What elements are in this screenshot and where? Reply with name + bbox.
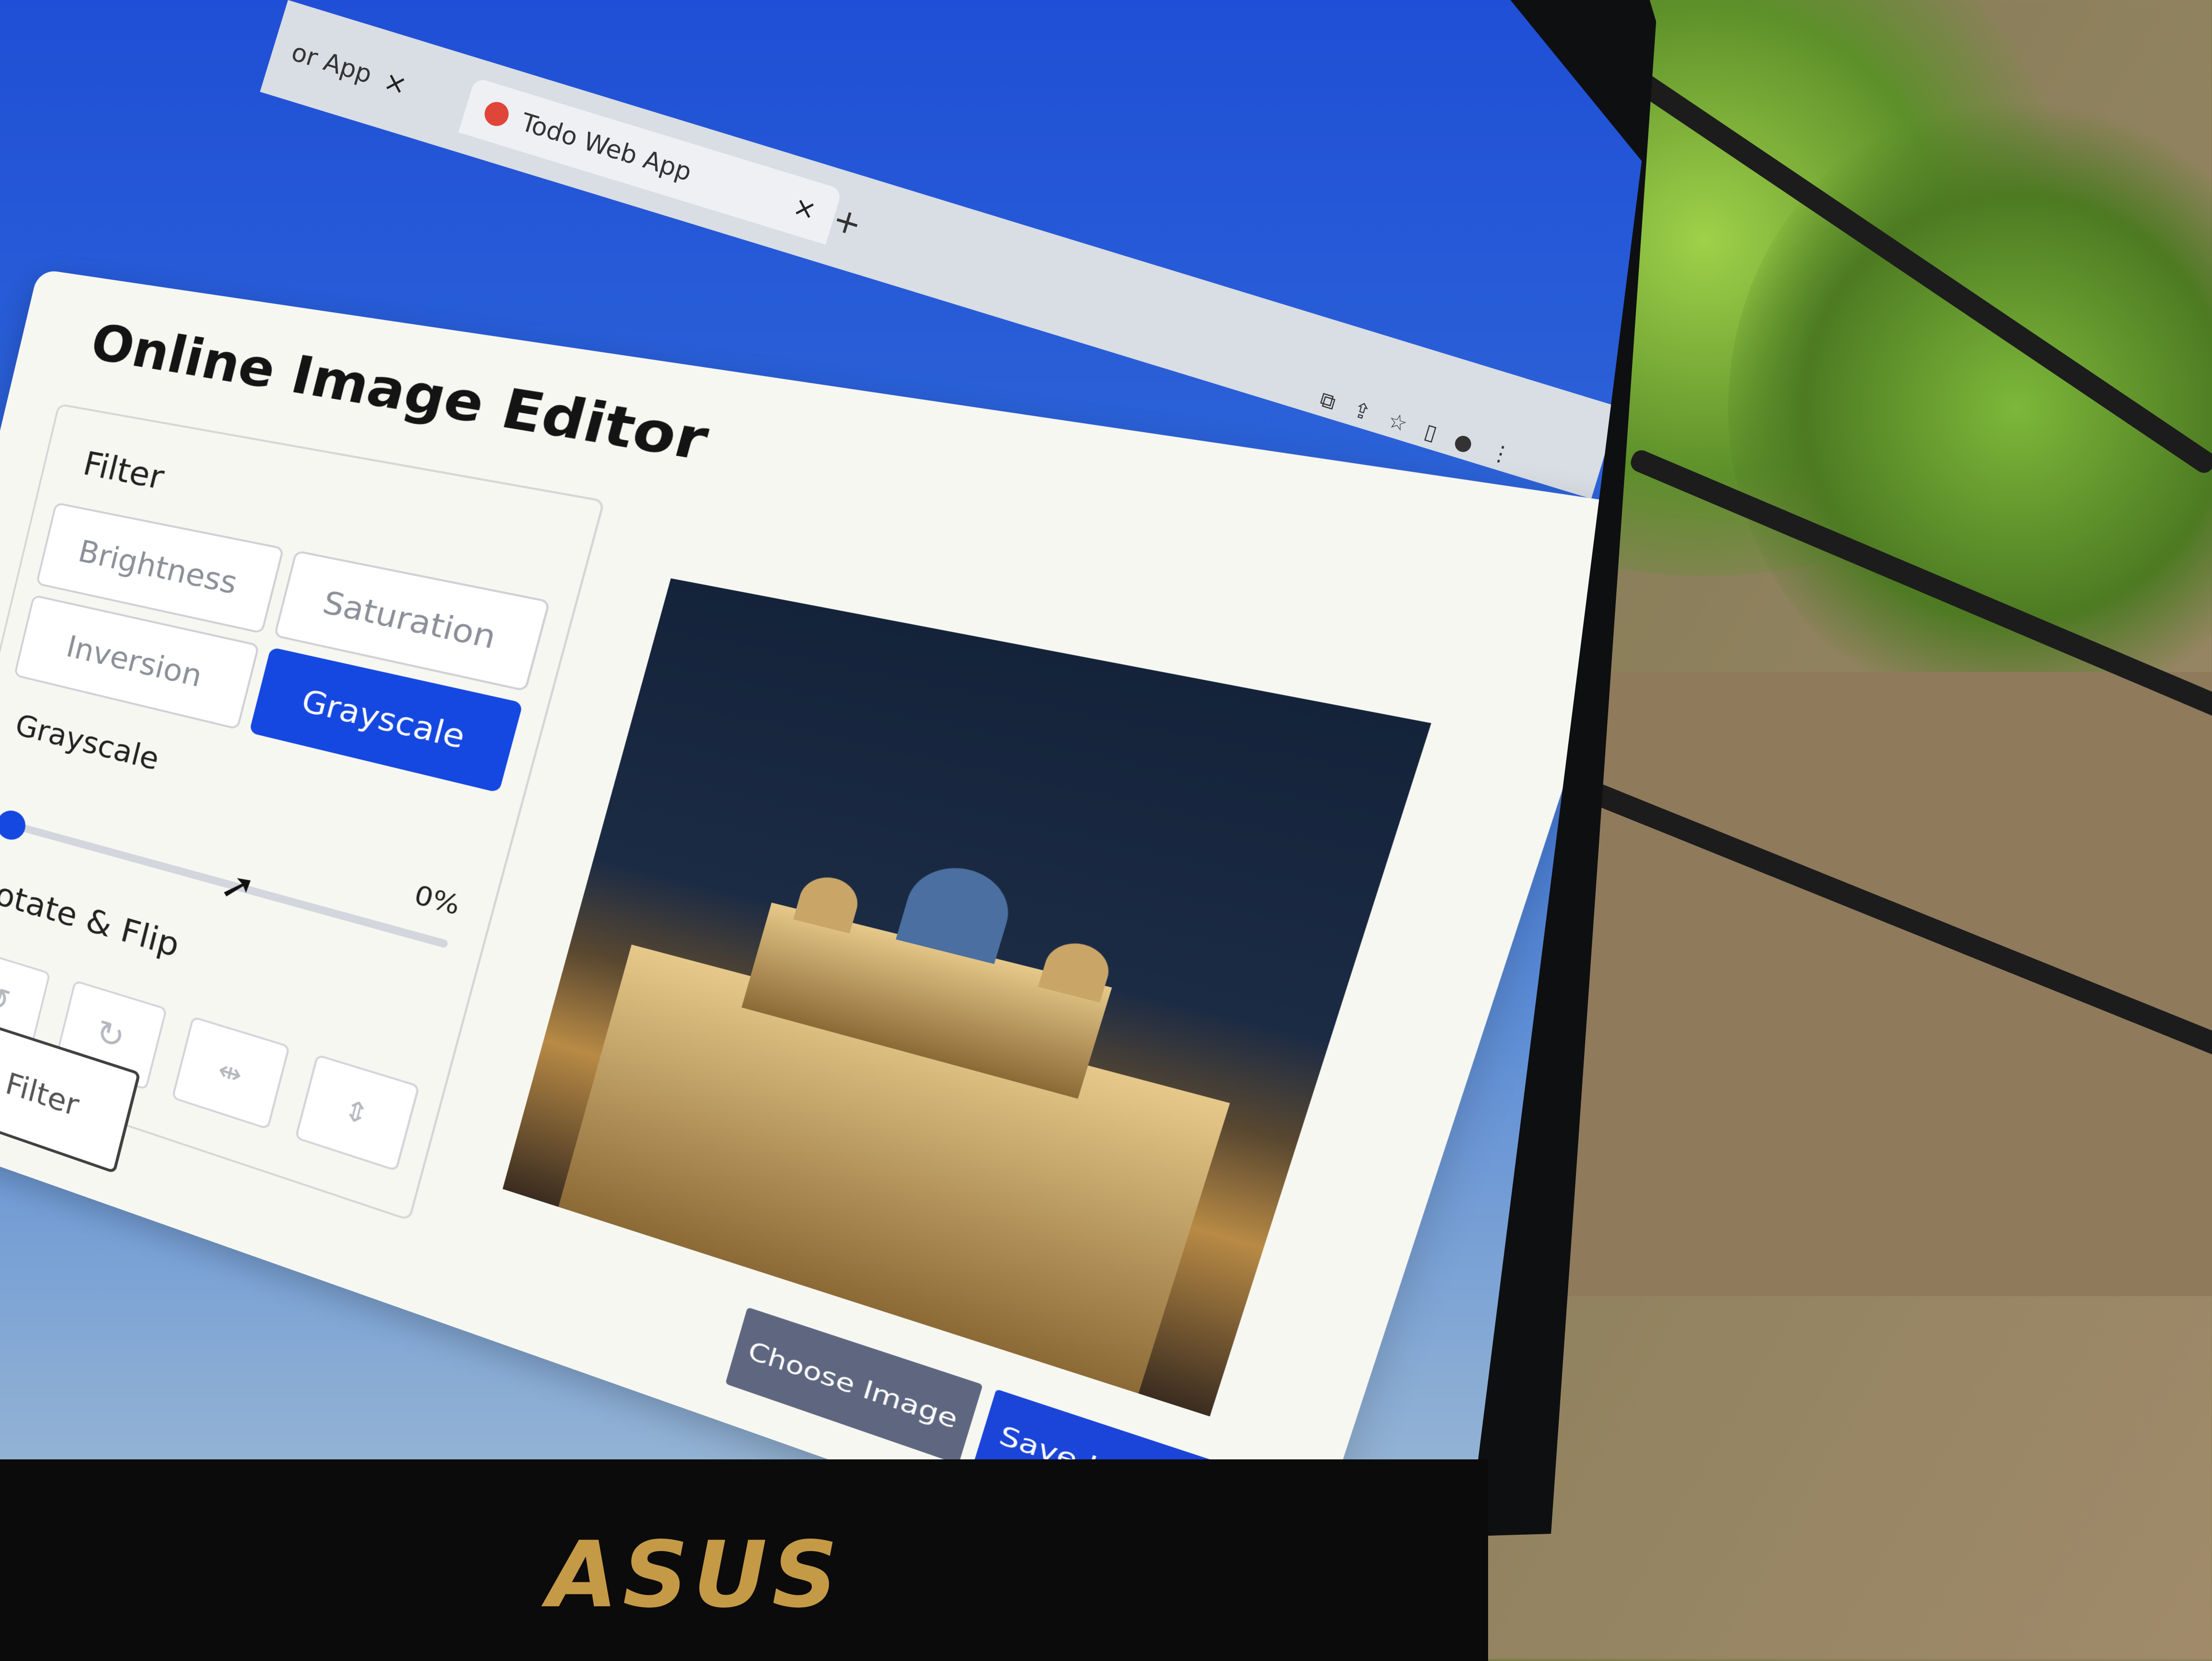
favicon-icon <box>481 99 512 129</box>
tab-previous[interactable]: or App × <box>265 18 433 120</box>
laptop-screen: or App × Todo Web App × + ⧉ ⇪ ☆ ▯ ● ⋮ On… <box>0 0 1642 1464</box>
slider-thumb[interactable] <box>0 807 29 843</box>
profile-icon[interactable]: ● <box>1451 428 1476 457</box>
share-icon[interactable]: ⇪ <box>1350 397 1374 426</box>
tab-todo-web-app[interactable]: Todo Web App × <box>458 77 842 245</box>
extension-icon[interactable]: ⧉ <box>1317 387 1339 415</box>
image-editor-card: Online Image Editor Filter Brightness Sa… <box>0 269 1642 1464</box>
close-icon[interactable]: × <box>380 65 411 101</box>
close-icon[interactable]: × <box>790 190 820 227</box>
image-preview <box>503 578 1431 1417</box>
browser-toolbar-icons: ⧉ ⇪ ☆ ▯ ● ⋮ <box>1317 387 1515 469</box>
flip-vertical-icon[interactable]: ⇕ <box>294 1054 421 1172</box>
sidebar-icon[interactable]: ▯ <box>1421 419 1440 446</box>
slider-value: 0% <box>411 879 464 922</box>
filter-heading: Filter <box>79 445 168 497</box>
tab-label: Todo Web App <box>517 108 695 187</box>
asus-logo: ASUS <box>547 1522 843 1628</box>
rotate-flip-heading: Rotate & Flip <box>0 870 183 965</box>
flip-horizontal-icon[interactable]: ⇹ <box>171 1016 290 1130</box>
star-icon[interactable]: ☆ <box>1385 408 1410 437</box>
mouse-cursor-icon: ➚ <box>216 859 261 913</box>
slider-label: Grayscale <box>12 707 163 777</box>
tab-label: or App <box>288 37 375 90</box>
menu-icon[interactable]: ⋮ <box>1487 439 1515 469</box>
